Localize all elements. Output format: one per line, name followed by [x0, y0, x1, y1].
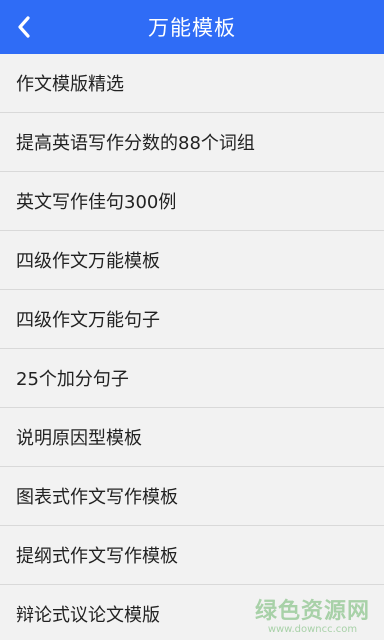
- list-item-label: 说明原因型模板: [16, 428, 142, 449]
- list-item-4[interactable]: 四级作文万能句子: [0, 290, 384, 349]
- list-item-9[interactable]: 辩论式议论文模版: [0, 585, 384, 640]
- list-item-label: 英文写作佳句300例: [16, 192, 177, 213]
- list-item-label: 提纲式作文写作模板: [16, 546, 178, 567]
- list-item-7[interactable]: 图表式作文写作模板: [0, 467, 384, 526]
- list-item-6[interactable]: 说明原因型模板: [0, 408, 384, 467]
- chevron-left-icon: [18, 16, 30, 38]
- list-item-2[interactable]: 英文写作佳句300例: [0, 172, 384, 231]
- list-item-label: 提高英语写作分数的88个词组: [16, 133, 255, 154]
- app-screen: 万能模板 作文模版精选 提高英语写作分数的88个词组 英文写作佳句300例 四级…: [0, 0, 384, 640]
- list-item-label: 四级作文万能句子: [16, 310, 160, 331]
- list-item-label: 四级作文万能模板: [16, 251, 160, 272]
- list-item-label: 25个加分句子: [16, 369, 129, 390]
- list-item-8[interactable]: 提纲式作文写作模板: [0, 526, 384, 585]
- app-header: 万能模板: [0, 0, 384, 54]
- list-item-label: 图表式作文写作模板: [16, 487, 178, 508]
- page-title: 万能模板: [148, 16, 236, 40]
- list-item-5[interactable]: 25个加分句子: [0, 349, 384, 408]
- list-item-1[interactable]: 提高英语写作分数的88个词组: [0, 113, 384, 172]
- list-item-3[interactable]: 四级作文万能模板: [0, 231, 384, 290]
- back-button[interactable]: [0, 0, 48, 54]
- list-item-label: 辩论式议论文模版: [16, 605, 160, 626]
- template-list: 作文模版精选 提高英语写作分数的88个词组 英文写作佳句300例 四级作文万能模…: [0, 54, 384, 640]
- list-item-0[interactable]: 作文模版精选: [0, 54, 384, 113]
- list-item-label: 作文模版精选: [16, 74, 124, 95]
